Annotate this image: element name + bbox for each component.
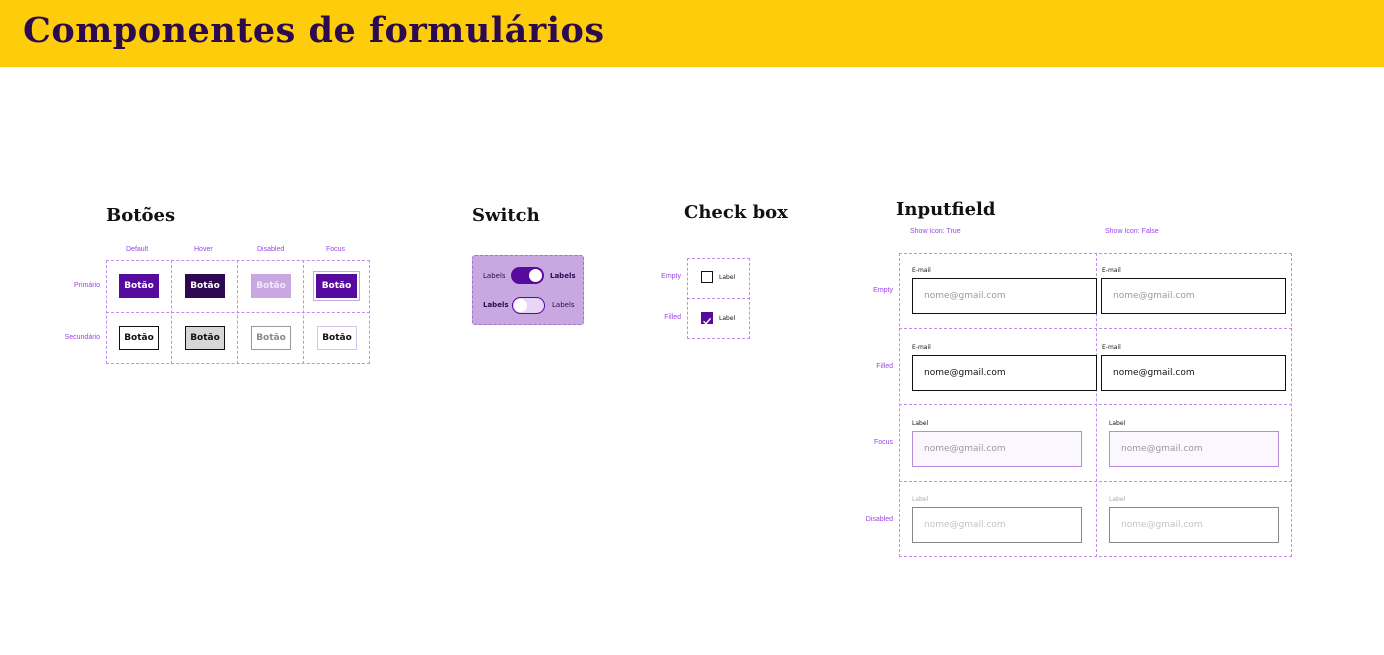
switch-left-label: Labels <box>483 301 509 309</box>
field-label: Label <box>912 420 929 427</box>
checkbox-section-title: Check box <box>684 202 788 223</box>
switch-panel <box>472 255 584 325</box>
column-label-show-icon-false: Show Icon: False <box>1105 228 1159 235</box>
primary-button-hover[interactable]: Botão <box>185 274 225 298</box>
input-field-focus[interactable]: nome@gmail.com <box>1109 431 1279 467</box>
email-field-empty[interactable]: nome@gmail.com <box>1101 278 1286 314</box>
checkbox-filled[interactable] <box>701 312 713 325</box>
email-field-empty[interactable]: nome@gmail.com <box>912 278 1097 314</box>
email-field-filled[interactable]: nome@gmail.com <box>1101 355 1286 391</box>
grid-divider <box>899 328 1292 329</box>
input-field-focus[interactable]: nome@gmail.com <box>912 431 1082 467</box>
row-label-secondary: Secundário <box>64 334 100 341</box>
secondary-button-disabled[interactable]: Botão <box>251 326 291 350</box>
input-field-disabled[interactable]: nome@gmail.com <box>1109 507 1279 543</box>
field-label: Label <box>912 496 929 503</box>
switch-knob <box>529 269 542 282</box>
secondary-button-default[interactable]: Botão <box>119 326 159 350</box>
row-label-empty: Empty <box>661 273 681 280</box>
primary-button-default[interactable]: Botão <box>119 274 159 298</box>
column-label-default: Default <box>126 246 149 253</box>
field-label: E-mail <box>912 267 931 274</box>
column-label-show-icon-true: Show Icon: True <box>910 228 961 235</box>
field-label: Label <box>1109 420 1126 427</box>
page-header: Componentes de formulários <box>0 0 1384 67</box>
switch-left-label: Labels <box>483 272 506 280</box>
checkbox-label: Label <box>719 315 736 322</box>
row-label-filled: Filled <box>876 363 893 370</box>
row-label-focus: Focus <box>873 439 893 446</box>
row-label-primary: Primário <box>73 282 100 289</box>
field-label: Label <box>1109 496 1126 503</box>
row-label-disabled: Disabled <box>865 516 893 523</box>
email-field-filled[interactable]: nome@gmail.com <box>912 355 1097 391</box>
switch-section-title: Switch <box>472 205 540 226</box>
field-label: E-mail <box>1102 344 1121 351</box>
grid-divider <box>899 481 1292 482</box>
buttons-section-title: Botões <box>106 205 176 226</box>
checkbox-label: Label <box>719 274 736 281</box>
primary-button-disabled[interactable]: Botão <box>251 274 291 298</box>
input-field-disabled[interactable]: nome@gmail.com <box>912 507 1082 543</box>
switch-knob <box>514 299 527 312</box>
switch-right-label: Labels <box>550 272 576 280</box>
field-label: E-mail <box>1102 267 1121 274</box>
secondary-button-focus[interactable]: Botão <box>317 326 357 350</box>
grid-divider <box>899 404 1292 405</box>
page-title: Componentes de formulários <box>23 10 605 51</box>
row-label-empty: Empty <box>873 287 893 294</box>
checkbox-empty[interactable] <box>701 271 713 283</box>
field-label: E-mail <box>912 344 931 351</box>
switch-toggle-on[interactable] <box>511 267 544 284</box>
grid-divider <box>687 298 750 299</box>
switch-toggle-off[interactable] <box>512 297 545 314</box>
grid-divider <box>106 312 370 313</box>
switch-right-label: Labels <box>552 301 575 309</box>
column-label-hover: Hover <box>194 246 213 253</box>
primary-button-focus[interactable]: Botão <box>316 274 357 298</box>
column-label-focus: Focus <box>326 246 346 253</box>
row-label-filled: Filled <box>664 314 681 321</box>
inputfield-section-title: Inputfield <box>896 199 996 220</box>
check-icon <box>703 317 712 325</box>
secondary-button-hover[interactable]: Botão <box>185 326 225 350</box>
column-label-disabled: Disabled <box>257 246 285 253</box>
